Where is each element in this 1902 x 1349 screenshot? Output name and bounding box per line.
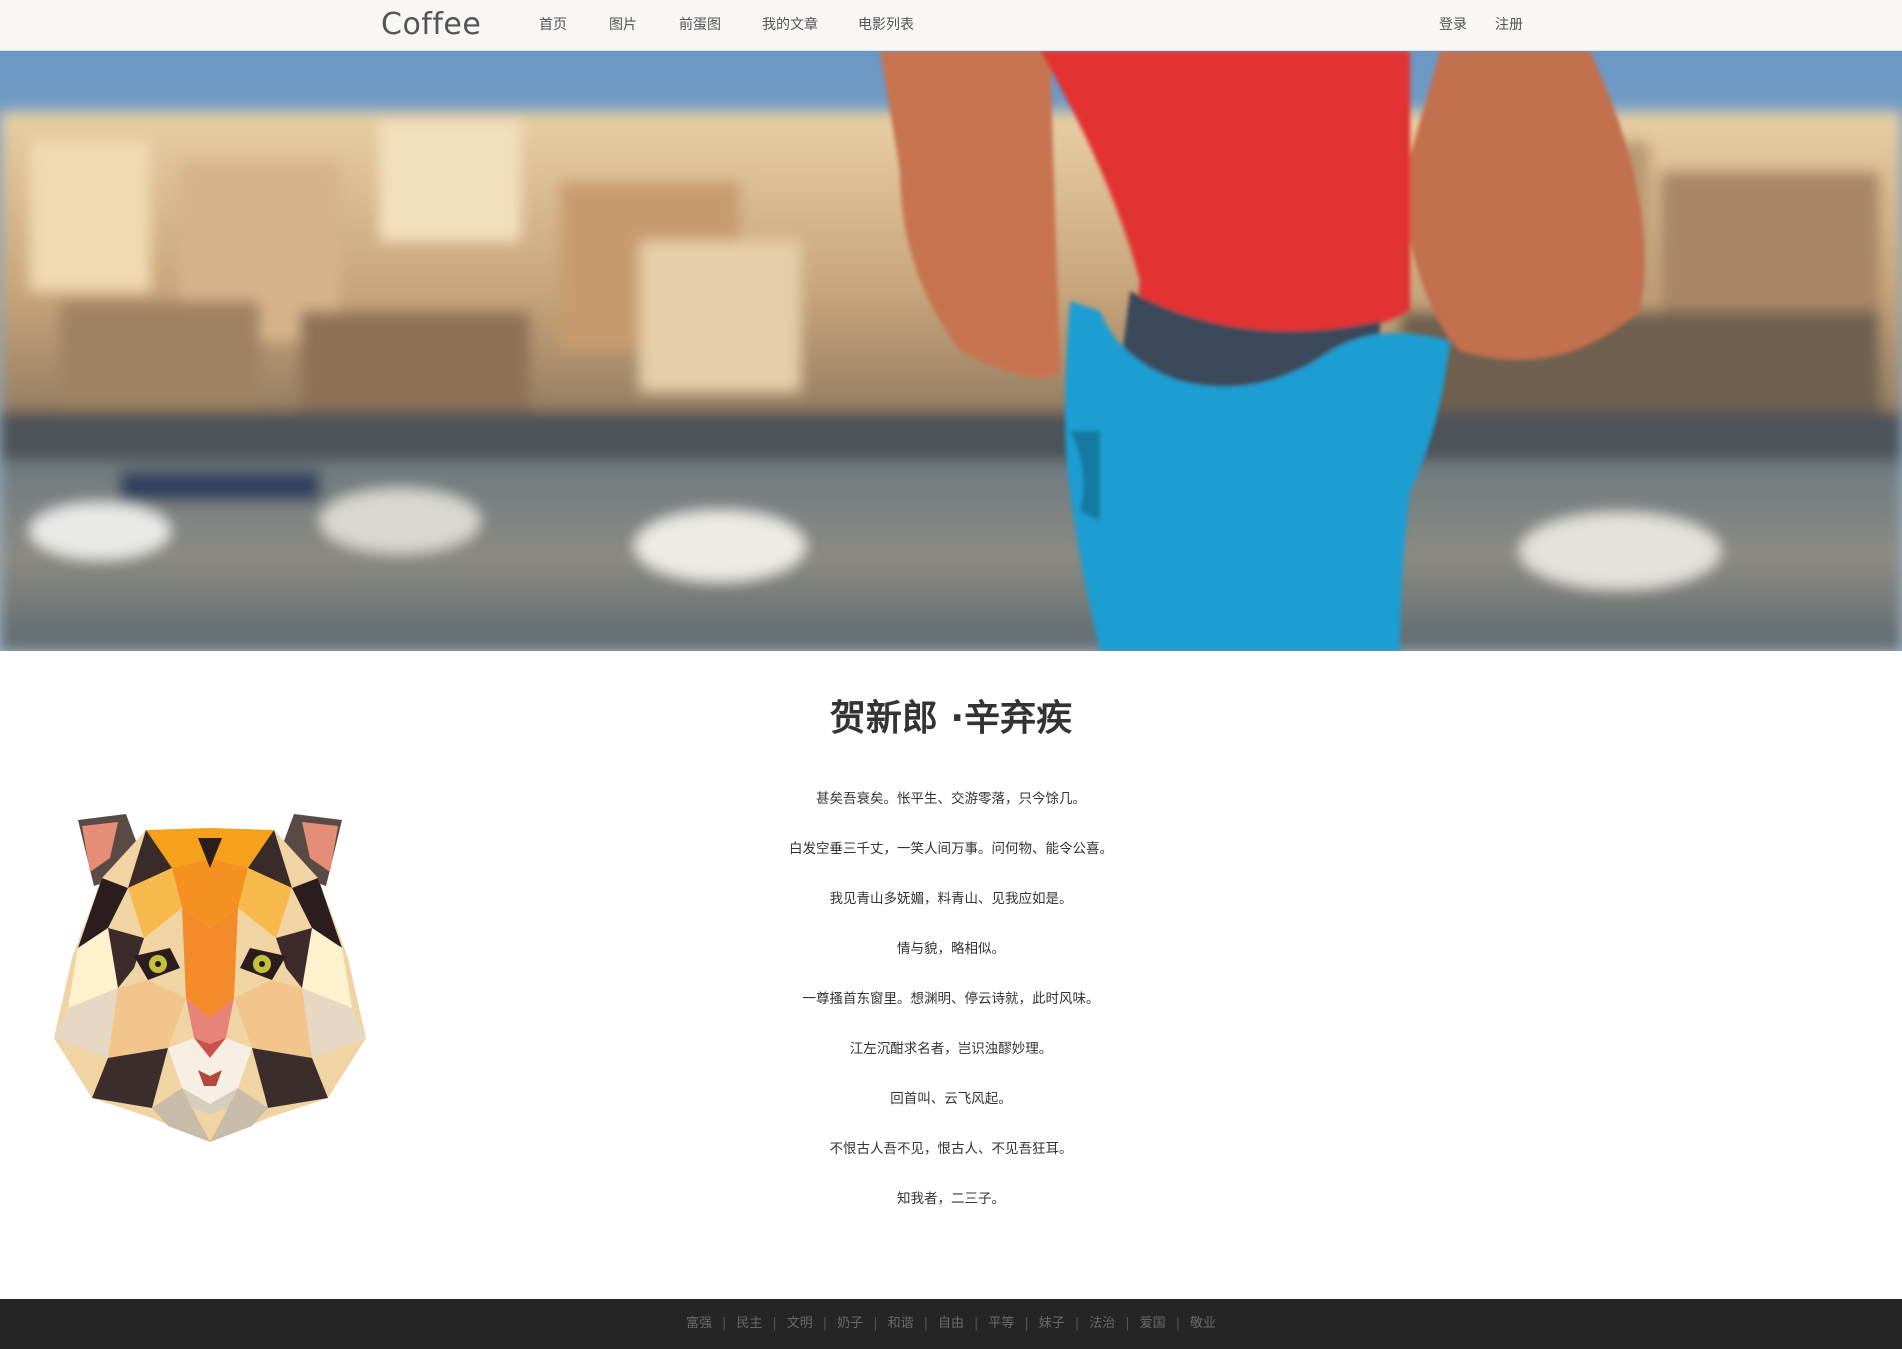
- nav-item-my-articles[interactable]: 我的文章: [762, 16, 818, 34]
- footer-separator: |: [923, 1316, 928, 1331]
- poem-title: 贺新郎 ·辛弃疾: [829, 698, 1073, 739]
- footer-separator: |: [1125, 1316, 1130, 1331]
- footer-link[interactable]: 民主: [736, 1316, 762, 1331]
- login-link[interactable]: 登录: [1439, 16, 1467, 34]
- register-link[interactable]: 注册: [1495, 16, 1523, 34]
- footer-link[interactable]: 富强: [686, 1316, 712, 1331]
- top-navbar: Coffee 首页 图片 前蛋图 我的文章 电影列表 登录 注册: [0, 0, 1902, 51]
- nav-item-home[interactable]: 首页: [539, 16, 567, 34]
- footer-separator: |: [873, 1316, 878, 1331]
- poem-line: 知我者，二三子。: [897, 1191, 1005, 1207]
- low-poly-tiger-icon: [54, 814, 366, 1142]
- footer-links: 富强 | 民主 | 文明 | 奶子 | 和谐 | 自由 | 平等 | 妹子 | 法治 | 爱国 | 敬业: [0, 1299, 1902, 1333]
- poem-line: 不恨古人吾不见，恨古人、不见吾狂耳。: [829, 1141, 1073, 1157]
- footer-link[interactable]: 敬业: [1190, 1316, 1216, 1331]
- footer-link[interactable]: 自由: [938, 1316, 964, 1331]
- footer-separator: |: [1175, 1316, 1181, 1331]
- footer-link[interactable]: 法治: [1089, 1316, 1115, 1331]
- footer-separator: |: [772, 1316, 777, 1331]
- hero-photo: [0, 51, 1902, 651]
- footer-separator: |: [1024, 1316, 1029, 1331]
- brand-logo[interactable]: Coffee: [381, 7, 481, 43]
- footer-separator: |: [1074, 1316, 1080, 1331]
- footer-link[interactable]: 文明: [787, 1316, 813, 1331]
- footer-separator: |: [974, 1316, 979, 1331]
- nav-item-egg-pictures[interactable]: 前蛋图: [679, 16, 721, 34]
- footer: 富强 | 民主 | 文明 | 奶子 | 和谐 | 自由 | 平等 | 妹子 | 法治 | 爱国 | 敬业: [0, 1299, 1902, 1349]
- footer-link[interactable]: 奶子: [837, 1316, 863, 1331]
- tiger-image: [48, 808, 372, 1142]
- footer-link[interactable]: 和谐: [888, 1316, 914, 1331]
- nav-item-movie-list[interactable]: 电影列表: [858, 16, 914, 34]
- footer-link[interactable]: 爱国: [1140, 1316, 1166, 1331]
- footer-link[interactable]: 妹子: [1039, 1316, 1065, 1331]
- nav-item-pictures[interactable]: 图片: [609, 16, 637, 34]
- footer-link[interactable]: 平等: [988, 1316, 1014, 1331]
- footer-separator: |: [721, 1316, 727, 1331]
- hero-banner: [0, 51, 1902, 651]
- footer-separator: |: [822, 1316, 828, 1331]
